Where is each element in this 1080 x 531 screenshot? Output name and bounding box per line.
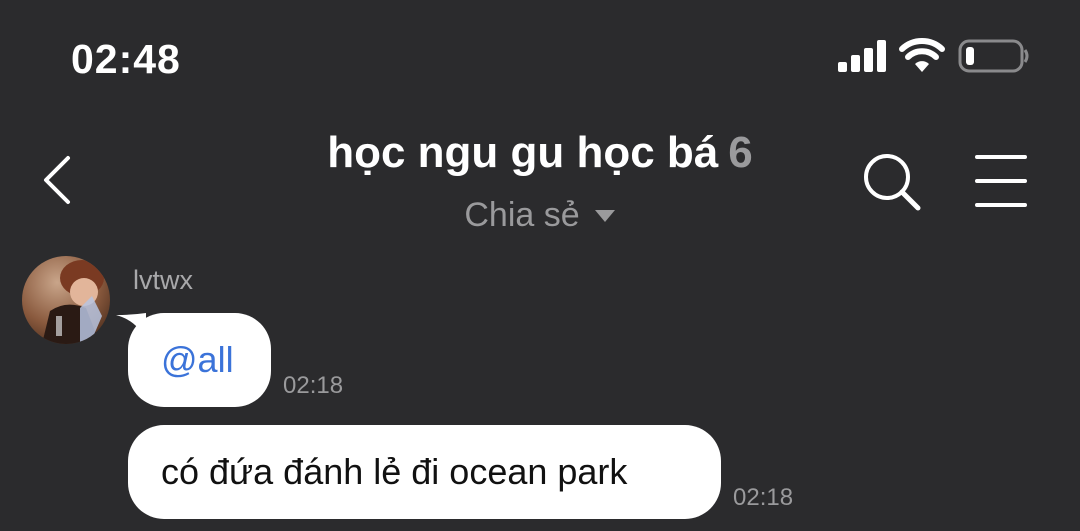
message-timestamp: 02:18	[733, 484, 794, 511]
share-dropdown[interactable]: Chia sẻ	[464, 196, 615, 235]
message-text: có đứa đánh lẻ đi ocean park	[161, 451, 628, 492]
avatar[interactable]	[22, 256, 110, 344]
message-bubble-mention[interactable]: @all	[128, 313, 271, 407]
group-name: học ngu gu học bá	[327, 128, 719, 177]
sender-name: lvtwx	[133, 265, 193, 295]
caret-down-icon	[594, 209, 615, 222]
chat-header: học ngu gu học bá 6 Chia sẻ	[0, 110, 1080, 250]
back-arrow-icon[interactable]	[30, 150, 90, 210]
signal-icon	[838, 40, 886, 72]
avatar-image	[22, 256, 110, 344]
mention-text[interactable]: @all	[161, 339, 234, 380]
member-count: 6	[728, 128, 753, 177]
message-bubble[interactable]: có đứa đánh lẻ đi ocean park	[128, 425, 721, 519]
chat-title[interactable]: học ngu gu học bá 6	[240, 128, 840, 178]
battery-icon	[958, 39, 1029, 73]
search-icon[interactable]	[860, 150, 924, 214]
share-label: Chia sẻ	[464, 196, 580, 234]
message-timestamp: 02:18	[283, 372, 344, 399]
menu-icon[interactable]	[972, 152, 1030, 210]
status-time: 02:48	[71, 36, 181, 82]
title-block: học ngu gu học bá 6 Chia sẻ	[240, 128, 840, 235]
wifi-icon	[899, 38, 945, 72]
status-bar: 02:48	[0, 0, 1080, 110]
